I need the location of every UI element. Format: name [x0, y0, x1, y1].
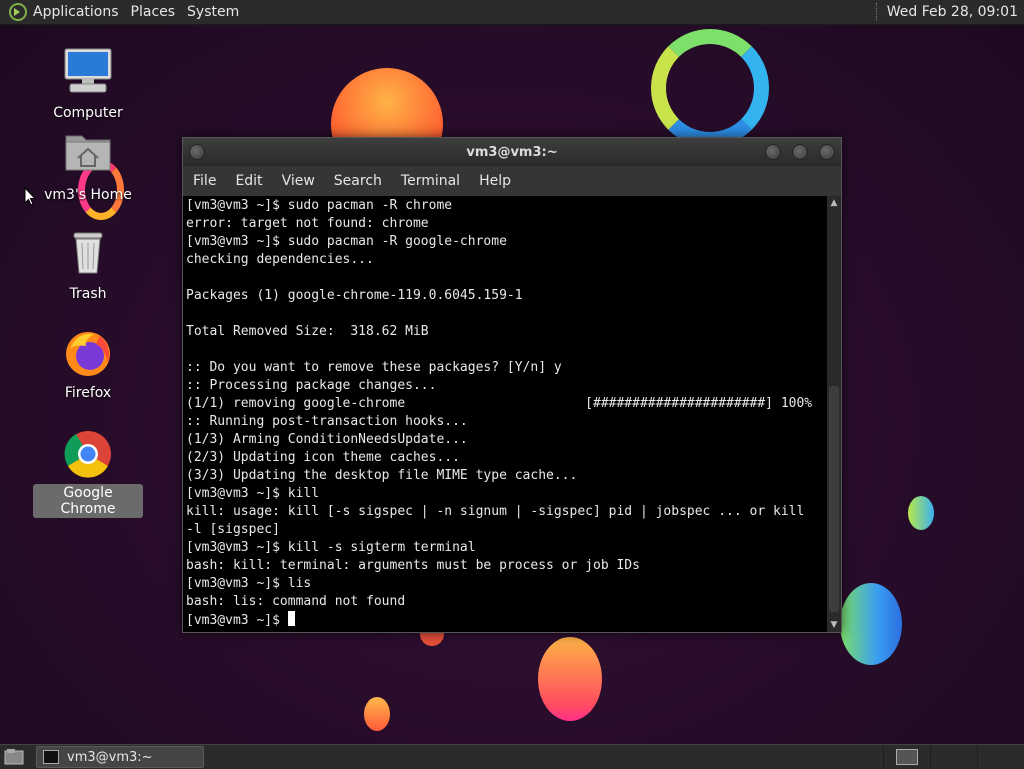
scroll-down-arrow-icon[interactable]: ▼ — [827, 618, 841, 632]
maximize-button[interactable] — [792, 144, 808, 160]
minimize-button[interactable] — [765, 144, 781, 160]
panel-separator — [875, 3, 879, 21]
bottom-panel: vm3@vm3:~ — [0, 744, 1024, 769]
window-menu-button[interactable] — [189, 144, 205, 160]
desktop-icon-label: Google Chrome — [33, 484, 143, 518]
taskbar-button-label: vm3@vm3:~ — [67, 749, 153, 765]
menu-help[interactable]: Help — [479, 173, 511, 189]
terminal-prompt: [vm3@vm3 ~]$ — [186, 613, 288, 628]
terminal-window[interactable]: vm3@vm3:~ File Edit View Search Terminal… — [182, 137, 842, 633]
workspace-2[interactable] — [930, 745, 977, 768]
terminal-cursor — [287, 611, 295, 626]
window-title: vm3@vm3:~ — [466, 144, 558, 160]
menu-file[interactable]: File — [193, 173, 216, 189]
terminal-line: bash: lis: command not found — [186, 594, 406, 609]
menu-search[interactable]: Search — [334, 173, 382, 189]
green-blue-ball-decoration — [908, 496, 934, 530]
desktop-icon-home[interactable]: vm3's Home — [33, 128, 143, 204]
terminal-output[interactable]: [vm3@vm3 ~]$ sudo pacman -R chrome error… — [183, 196, 827, 632]
scroll-up-arrow-icon[interactable]: ▲ — [827, 196, 841, 210]
desktop-icon-chrome[interactable]: Google Chrome — [33, 426, 143, 518]
desktop-icon-label: Computer — [53, 105, 123, 121]
terminal-menubar: File Edit View Search Terminal Help — [183, 166, 841, 196]
desktop-icon-label: Firefox — [64, 385, 112, 401]
terminal-line: Packages (1) google-chrome-119.0.6045.15… — [186, 288, 523, 303]
computer-icon — [60, 46, 116, 102]
mouse-pointer-icon — [24, 187, 36, 206]
desktop-icon-trash[interactable]: Trash — [33, 227, 143, 303]
desktop-icon-firefox[interactable]: Firefox — [33, 326, 143, 402]
terminal-line: (3/3) Updating the desktop file MIME typ… — [186, 468, 578, 483]
clock[interactable]: Wed Feb 28, 09:01 — [887, 4, 1018, 20]
terminal-line: [vm3@vm3 ~]$ sudo pacman -R google-chrom… — [186, 234, 507, 249]
terminal-line: -l [sigspec] — [186, 522, 280, 537]
desktop-icon-label: Trash — [69, 286, 107, 302]
terminal-icon — [43, 750, 59, 764]
terminal-line: :: Processing package changes... — [186, 378, 437, 393]
terminal-line: error: target not found: chrome — [186, 216, 429, 231]
workspace-1[interactable] — [883, 745, 930, 768]
terminal-line: [vm3@vm3 ~]$ kill -s sigterm terminal — [186, 540, 476, 555]
distro-logo-icon[interactable] — [8, 2, 28, 22]
trash-icon — [60, 227, 116, 283]
desktop-icon-label: vm3's Home — [44, 187, 132, 203]
terminal-line: [vm3@vm3 ~]$ lis — [186, 576, 312, 591]
orange-egg-decoration — [538, 637, 602, 721]
workspace-window-icon — [896, 748, 918, 765]
firefox-icon — [60, 326, 116, 382]
terminal-line: Total Removed Size: 318.62 MiB — [186, 324, 429, 339]
top-panel: Applications Places System Wed Feb 28, 0… — [0, 0, 1024, 25]
workspace-3[interactable] — [977, 745, 1024, 768]
terminal-line: :: Do you want to remove these packages?… — [186, 360, 562, 375]
places-menu[interactable]: Places — [131, 4, 176, 20]
menu-terminal[interactable]: Terminal — [401, 173, 460, 189]
desktop-icon-computer[interactable]: Computer — [33, 46, 143, 122]
taskbar-terminal-button[interactable]: vm3@vm3:~ — [36, 746, 204, 768]
terminal-line: checking dependencies... — [186, 252, 374, 267]
terminal-line: kill: usage: kill [-s sigspec | -n signu… — [186, 504, 805, 519]
rainbow-ring-decoration — [651, 29, 769, 147]
terminal-line: (1/3) Arming ConditionNeedsUpdate... — [186, 432, 468, 447]
terminal-line: [vm3@vm3 ~]$ kill — [186, 486, 320, 501]
terminal-line: :: Running post-transaction hooks... — [186, 414, 468, 429]
system-menu[interactable]: System — [187, 4, 239, 20]
show-desktop-icon[interactable] — [4, 748, 24, 766]
terminal-line: [vm3@vm3 ~]$ sudo pacman -R chrome — [186, 198, 453, 213]
blue-ball-decoration — [840, 583, 902, 665]
workspace-switcher — [883, 745, 1024, 769]
menu-view[interactable]: View — [282, 173, 315, 189]
terminal-scrollbar[interactable]: ▲ ▼ — [827, 196, 841, 632]
terminal-line: (1/1) removing google-chrome [##########… — [186, 396, 813, 411]
menu-edit[interactable]: Edit — [235, 173, 262, 189]
scrollbar-thumb[interactable] — [829, 386, 839, 612]
window-titlebar[interactable]: vm3@vm3:~ — [183, 138, 841, 166]
applications-menu[interactable]: Applications — [33, 4, 119, 20]
terminal-line: bash: kill: terminal: arguments must be … — [186, 558, 640, 573]
small-orange-ball-decoration — [364, 697, 390, 731]
terminal-text: [vm3@vm3 ~]$ sudo pacman -R chrome error… — [183, 196, 827, 630]
close-button[interactable] — [819, 144, 835, 160]
terminal-line: (2/3) Updating icon theme caches... — [186, 450, 460, 465]
chrome-icon — [60, 426, 116, 482]
home-folder-icon — [60, 128, 116, 184]
